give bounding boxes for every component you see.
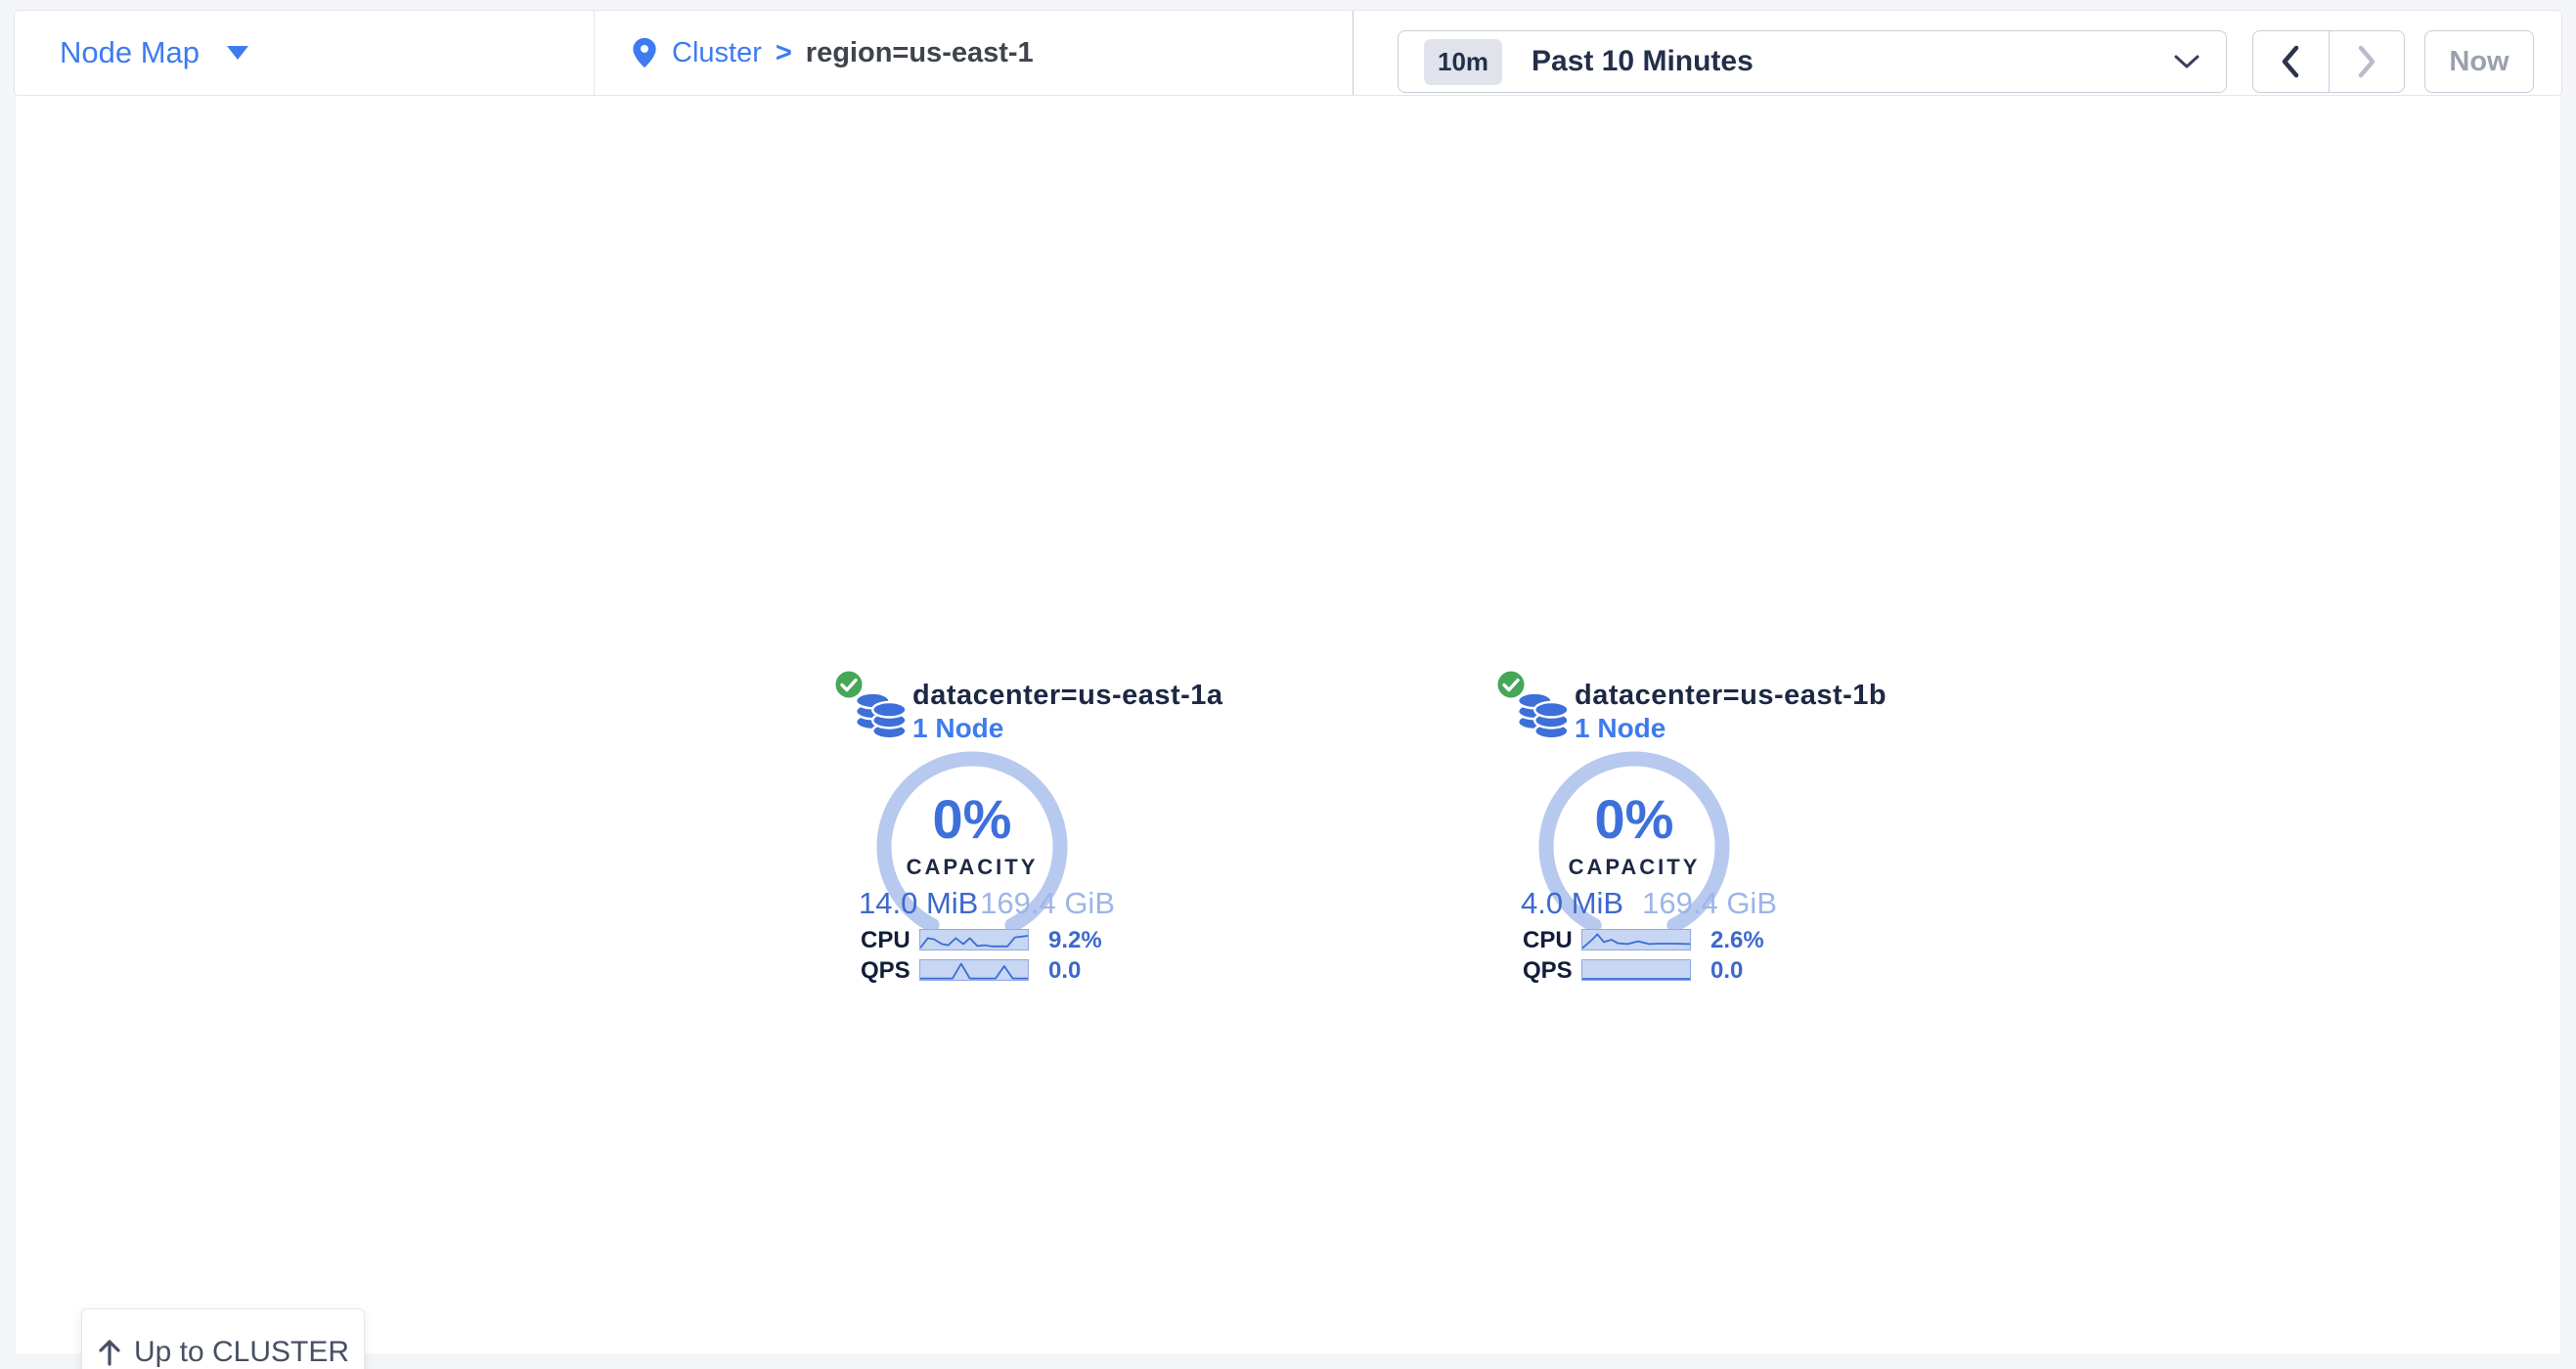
up-to-cluster-label: Up to CLUSTER bbox=[134, 1336, 349, 1369]
qps-sparkline bbox=[919, 959, 1029, 981]
capacity-used: 14.0 MiB bbox=[859, 886, 978, 921]
time-step-buttons bbox=[2252, 30, 2405, 93]
chevron-left-icon bbox=[2280, 45, 2301, 78]
capacity-percent: 0% bbox=[1538, 792, 1730, 847]
cpu-value: 2.6% bbox=[1710, 927, 1764, 954]
breadcrumb-current-locality: region=us-east-1 bbox=[806, 37, 1034, 69]
capacity-label: CAPACITY bbox=[1538, 855, 1730, 880]
chevron-right-icon bbox=[2356, 45, 2377, 78]
now-button[interactable]: Now bbox=[2424, 30, 2534, 93]
location-pin-icon bbox=[631, 36, 658, 69]
qps-sparkline bbox=[1581, 959, 1691, 981]
arrow-up-icon bbox=[97, 1339, 122, 1366]
capacity-used: 4.0 MiB bbox=[1521, 886, 1623, 921]
time-range-dropdown[interactable]: 10m Past 10 Minutes bbox=[1398, 30, 2227, 93]
capacity-total: 169.4 GiB bbox=[980, 886, 1115, 921]
locality-card-us-east-1b[interactable]: datacenter=us-east-1b 1 Node 0% CAPACITY… bbox=[1499, 663, 1910, 1005]
cpu-sparkline bbox=[1581, 929, 1691, 950]
node-map-canvas: datacenter=us-east-1a 1 Node 0% CAPACITY… bbox=[16, 96, 2560, 1353]
time-step-back-button[interactable] bbox=[2253, 31, 2329, 92]
qps-value: 0.0 bbox=[1048, 957, 1081, 985]
locality-title: datacenter=us-east-1b bbox=[1575, 679, 1887, 712]
cpu-value: 9.2% bbox=[1048, 927, 1102, 954]
qps-value: 0.0 bbox=[1710, 957, 1743, 985]
locality-header: datacenter=us-east-1b 1 Node bbox=[1575, 679, 1887, 745]
top-toolbar: Node Map Cluster > region=us-east-1 10m … bbox=[14, 10, 2562, 96]
locality-node-count[interactable]: 1 Node bbox=[1575, 712, 1887, 745]
toolbar-section-divider bbox=[1353, 11, 1354, 95]
toolbar-divider bbox=[594, 11, 595, 95]
cpu-label: CPU bbox=[1523, 927, 1573, 954]
cpu-metric-row: CPU 2.6% bbox=[1499, 927, 1793, 952]
qps-label: QPS bbox=[1523, 957, 1573, 985]
breadcrumb-cluster-link[interactable]: Cluster bbox=[672, 37, 762, 69]
locality-title: datacenter=us-east-1a bbox=[912, 679, 1223, 712]
qps-metric-row: QPS 0.0 bbox=[837, 957, 1131, 983]
database-stack-icon bbox=[1515, 688, 1570, 743]
view-selector-label: Node Map bbox=[60, 35, 200, 70]
capacity-usage-row: 4.0 MiB 169.4 GiB bbox=[1521, 886, 1777, 921]
chevron-down-icon bbox=[2173, 53, 2200, 70]
capacity-usage-row: 14.0 MiB 169.4 GiB bbox=[859, 886, 1115, 921]
now-button-label: Now bbox=[2449, 46, 2509, 78]
cpu-label: CPU bbox=[861, 927, 910, 954]
capacity-label: CAPACITY bbox=[876, 855, 1068, 880]
qps-label: QPS bbox=[861, 957, 910, 985]
view-selector-dropdown[interactable]: Node Map bbox=[60, 11, 248, 95]
capacity-percent: 0% bbox=[876, 792, 1068, 847]
time-step-forward-button[interactable] bbox=[2329, 31, 2405, 92]
locality-header: datacenter=us-east-1a 1 Node bbox=[912, 679, 1223, 745]
chevron-down-icon bbox=[227, 46, 248, 60]
locality-node-count[interactable]: 1 Node bbox=[912, 712, 1223, 745]
breadcrumb-separator: > bbox=[776, 37, 792, 69]
cpu-sparkline bbox=[919, 929, 1029, 950]
capacity-total: 169.4 GiB bbox=[1642, 886, 1777, 921]
up-to-cluster-button[interactable]: Up to CLUSTER bbox=[81, 1308, 365, 1369]
qps-metric-row: QPS 0.0 bbox=[1499, 957, 1793, 983]
database-stack-icon bbox=[853, 688, 908, 743]
breadcrumb: Cluster > region=us-east-1 bbox=[631, 11, 1034, 95]
time-range-label: Past 10 Minutes bbox=[1532, 45, 1754, 78]
time-range-badge: 10m bbox=[1424, 39, 1502, 85]
locality-card-us-east-1a[interactable]: datacenter=us-east-1a 1 Node 0% CAPACITY… bbox=[837, 663, 1248, 1005]
cpu-metric-row: CPU 9.2% bbox=[837, 927, 1131, 952]
